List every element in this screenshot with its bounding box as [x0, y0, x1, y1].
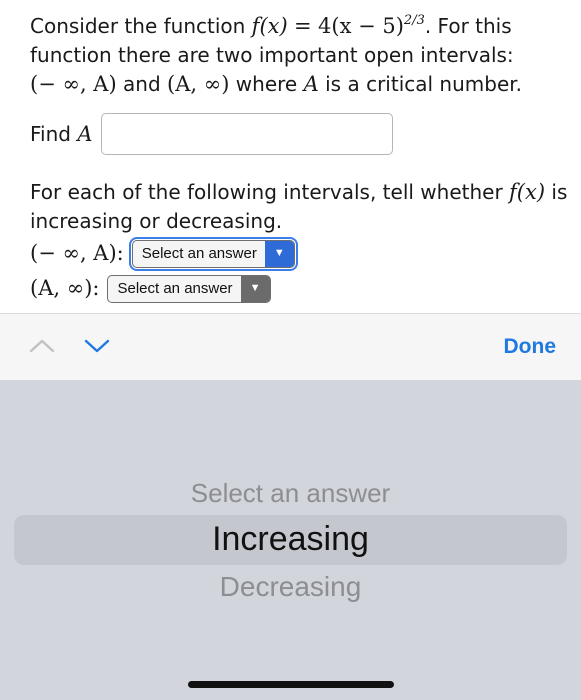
and-text: and	[123, 72, 161, 96]
select-value-1: Select an answer	[141, 245, 257, 262]
find-a-row: Find A	[30, 113, 551, 155]
interval-label-2: (A, ∞):	[30, 276, 100, 300]
done-button[interactable]: Done	[504, 335, 557, 359]
interval-left: (− ∞, A)	[30, 72, 117, 96]
picker-option-decreasing[interactable]: Decreasing	[0, 571, 581, 603]
answer-select-2[interactable]: Select an answer ▼	[107, 274, 271, 303]
find-var: A	[77, 121, 93, 146]
intro-suffix: . For this	[424, 14, 512, 38]
interval-label-1: (− ∞, A):	[30, 241, 124, 265]
home-indicator	[188, 681, 394, 688]
function-name: f(x)	[251, 14, 288, 38]
function-body: 4(x − 5)	[318, 14, 404, 38]
critical-text: is a critical number.	[325, 72, 522, 96]
question2-func: f(x)	[509, 180, 546, 204]
interval-right: (A, ∞)	[167, 72, 230, 96]
question-content: Consider the function f(x) = 4(x − 5)2/3…	[0, 0, 581, 313]
interval-row-1: (− ∞, A): Select an answer ▼	[30, 236, 551, 271]
keyboard-toolbar: Done	[0, 313, 581, 380]
intro-text: Consider the function	[30, 14, 246, 38]
answer-select-1[interactable]: Select an answer ▼	[128, 236, 298, 271]
question2-line-1: For each of the following intervals, tel…	[30, 178, 567, 207]
problem-line-2: function there are two important open in…	[30, 43, 514, 67]
where-text: where	[235, 72, 298, 96]
chevron-up-icon[interactable]	[28, 334, 56, 358]
option-picker[interactable]: Select an answer Increasing Decreasing	[0, 380, 581, 700]
function-exponent: 2/3	[403, 13, 425, 28]
problem-line-3: (− ∞, A) and (A, ∞) where A is a critica…	[30, 70, 551, 99]
dropdown-arrow-icon: ▼	[240, 275, 270, 302]
dropdown-arrow-icon: ▼	[264, 240, 294, 267]
picker-option-increasing[interactable]: Increasing	[0, 520, 581, 559]
find-label: Find	[30, 121, 71, 146]
critical-var: A	[303, 72, 319, 96]
question2-text: For each of the following intervals, tel…	[30, 180, 503, 204]
problem-line-1: Consider the function f(x) = 4(x − 5)2/3…	[30, 13, 512, 38]
chevron-down-icon[interactable]	[83, 334, 111, 358]
select-value-2: Select an answer	[117, 280, 233, 297]
answer-a-input[interactable]	[100, 113, 393, 155]
question2-is: is	[551, 180, 568, 204]
interval-row-2: (A, ∞): Select an answer ▼	[30, 271, 551, 306]
question2-line-2: increasing or decreasing.	[30, 209, 283, 233]
picker-option-select[interactable]: Select an answer	[0, 478, 581, 509]
